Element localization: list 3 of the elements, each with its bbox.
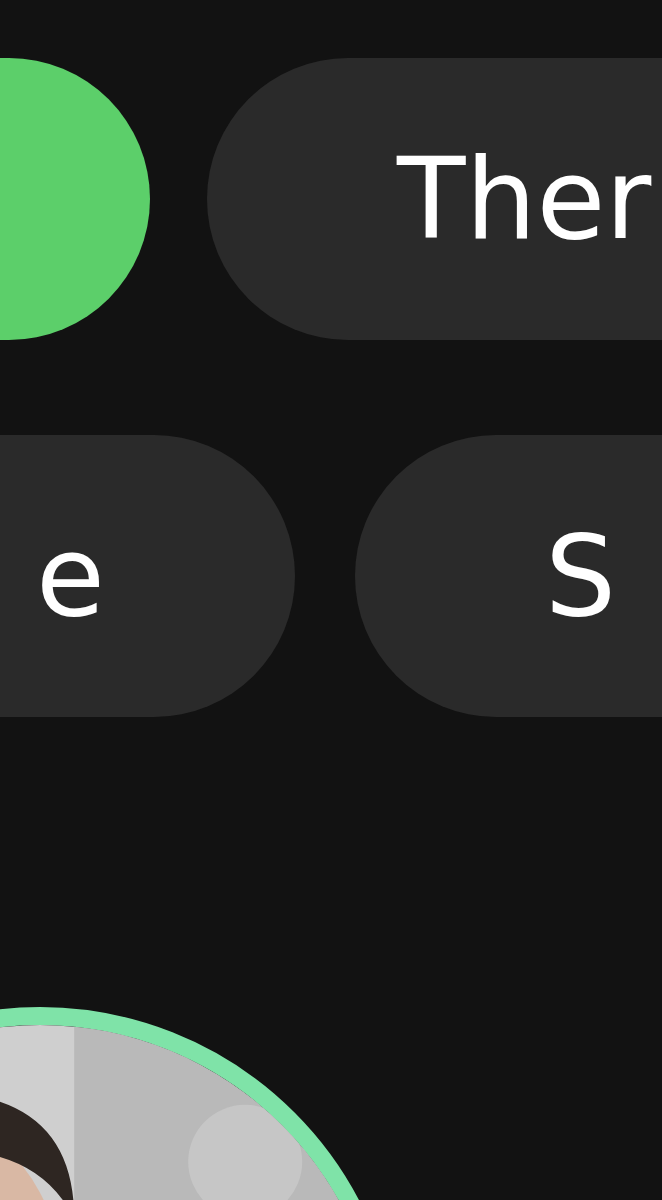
filter-chip[interactable]: Ther	[207, 58, 662, 340]
filter-chip[interactable]: S	[355, 435, 662, 717]
filter-chip[interactable]: e	[0, 435, 295, 717]
